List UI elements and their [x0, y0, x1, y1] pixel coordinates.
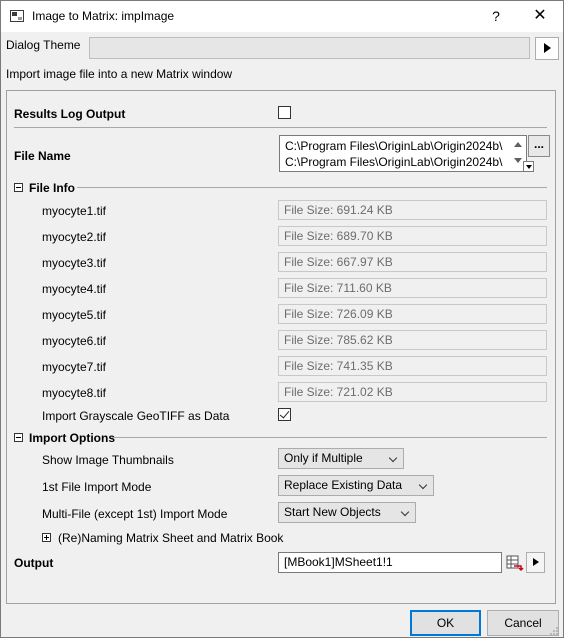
scroll-up-icon[interactable]: [512, 138, 524, 150]
file-info-name: myocyte7.tif: [42, 360, 107, 374]
dialog-window: Image to Matrix: impImage ? ✕ Dialog The…: [0, 0, 564, 638]
multi-file-mode-select[interactable]: Start New Objects: [278, 502, 416, 523]
multi-file-mode-label: Multi-File (except 1st) Import Mode: [42, 507, 228, 521]
file-size-field: File Size: 721.02 KB: [278, 382, 547, 402]
collapse-file-info-icon[interactable]: [14, 183, 23, 192]
output-range-icon[interactable]: [504, 552, 524, 573]
file-size-field: File Size: 689.70 KB: [278, 226, 547, 246]
dialog-theme-label: Dialog Theme: [6, 38, 81, 52]
ok-button[interactable]: OK: [410, 610, 481, 636]
file-info-name: myocyte3.tif: [42, 256, 107, 270]
file-path-line: C:\Program Files\OriginLab\Origin2024b\: [285, 155, 503, 169]
output-label: Output: [14, 556, 54, 570]
theme-menu-arrow-button[interactable]: [535, 37, 559, 60]
file-info-name: myocyte8.tif: [42, 386, 107, 400]
file-info-name: myocyte1.tif: [42, 204, 107, 218]
separator: [77, 187, 547, 188]
browse-button[interactable]: ...: [528, 135, 550, 157]
expand-renaming-icon[interactable]: [42, 533, 51, 542]
geotiff-checkbox[interactable]: [278, 408, 291, 421]
close-button[interactable]: ✕: [525, 5, 555, 27]
first-file-mode-label: 1st File Import Mode: [42, 480, 152, 494]
file-size-field: File Size: 691.24 KB: [278, 200, 547, 220]
separator: [112, 437, 547, 438]
file-path-line: C:\Program Files\OriginLab\Origin2024b\: [285, 139, 503, 153]
title-bar: Image to Matrix: impImage ? ✕: [1, 1, 563, 32]
file-name-list[interactable]: C:\Program Files\OriginLab\Origin2024b\ …: [279, 135, 527, 172]
collapse-import-options-icon[interactable]: [14, 433, 23, 442]
geotiff-label: Import Grayscale GeoTIFF as Data: [42, 409, 230, 423]
file-size-field: File Size: 726.09 KB: [278, 304, 547, 324]
file-info-name: myocyte4.tif: [42, 282, 107, 296]
dialog-description: Import image file into a new Matrix wind…: [6, 67, 233, 81]
import-options-header: Import Options: [29, 431, 115, 445]
window-title: Image to Matrix: impImage: [32, 9, 175, 23]
thumbnails-select[interactable]: Only if Multiple: [278, 448, 404, 469]
file-info-name: myocyte6.tif: [42, 334, 107, 348]
results-log-label: Results Log Output: [14, 107, 126, 121]
file-info-name: myocyte2.tif: [42, 230, 107, 244]
file-name-label: File Name: [14, 149, 71, 163]
separator: [14, 127, 547, 128]
dialog-theme-field[interactable]: [89, 37, 530, 59]
results-log-checkbox[interactable]: [278, 106, 291, 119]
settings-panel: Results Log Output File Name C:\Program …: [6, 90, 556, 604]
resize-grip-icon[interactable]: [549, 625, 559, 635]
renaming-label: (Re)Naming Matrix Sheet and Matrix Book: [58, 531, 284, 545]
app-icon: [10, 10, 24, 22]
first-file-mode-select[interactable]: Replace Existing Data: [278, 475, 434, 496]
output-menu-arrow-button[interactable]: [526, 552, 545, 573]
file-size-field: File Size: 741.35 KB: [278, 356, 547, 376]
file-list-dropdown-icon[interactable]: [523, 161, 534, 172]
file-info-name: myocyte5.tif: [42, 308, 107, 322]
thumbnails-label: Show Image Thumbnails: [42, 453, 174, 467]
output-field[interactable]: [MBook1]MSheet1!1: [278, 552, 502, 573]
help-button[interactable]: ?: [481, 5, 511, 27]
file-info-header: File Info: [29, 181, 75, 195]
file-size-field: File Size: 785.62 KB: [278, 330, 547, 350]
file-size-field: File Size: 711.60 KB: [278, 278, 547, 298]
file-size-field: File Size: 667.97 KB: [278, 252, 547, 272]
